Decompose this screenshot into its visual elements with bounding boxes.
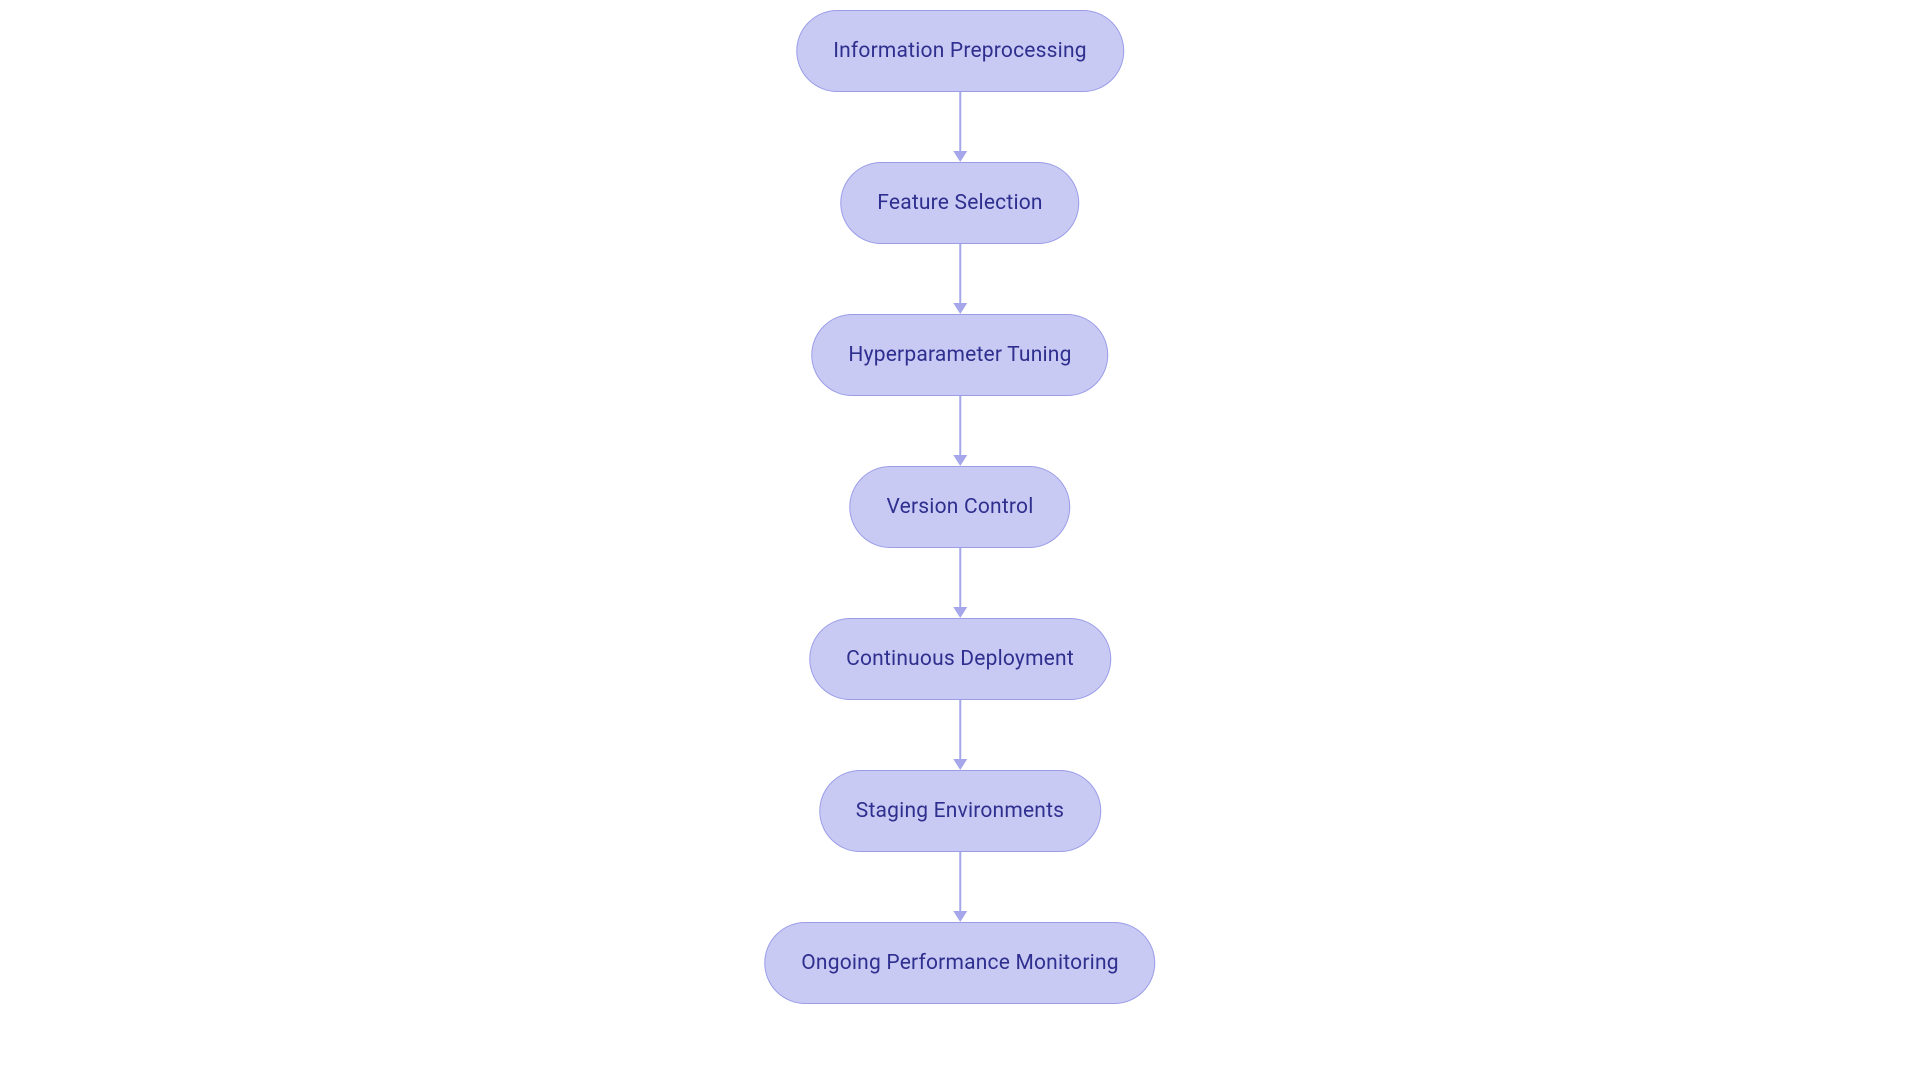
- node-info-preprocessing: Information Preprocessing: [796, 10, 1124, 92]
- arrow-down-icon: [953, 759, 967, 770]
- arrow-down-icon: [953, 151, 967, 162]
- connector: [953, 244, 967, 314]
- node-staging-environments: Staging Environments: [819, 770, 1101, 852]
- connector: [953, 852, 967, 922]
- node-continuous-deployment: Continuous Deployment: [809, 618, 1111, 700]
- flowchart: Information Preprocessing Feature Select…: [764, 10, 1155, 1004]
- connector-line: [959, 700, 961, 759]
- node-hyperparameter-tuning: Hyperparameter Tuning: [811, 314, 1108, 396]
- connector: [953, 700, 967, 770]
- arrow-down-icon: [953, 303, 967, 314]
- node-version-control: Version Control: [849, 466, 1070, 548]
- node-ongoing-monitoring: Ongoing Performance Monitoring: [764, 922, 1155, 1004]
- node-label: Ongoing Performance Monitoring: [801, 951, 1118, 975]
- connector: [953, 396, 967, 466]
- node-label: Hyperparameter Tuning: [848, 343, 1071, 367]
- node-label: Feature Selection: [877, 191, 1042, 215]
- node-label: Staging Environments: [856, 799, 1064, 823]
- connector: [953, 92, 967, 162]
- arrow-down-icon: [953, 455, 967, 466]
- connector-line: [959, 244, 961, 303]
- arrow-down-icon: [953, 607, 967, 618]
- node-label: Version Control: [886, 495, 1033, 519]
- arrow-down-icon: [953, 911, 967, 922]
- connector-line: [959, 548, 961, 607]
- node-label: Information Preprocessing: [833, 39, 1087, 63]
- node-label: Continuous Deployment: [846, 647, 1074, 671]
- connector-line: [959, 396, 961, 455]
- connector: [953, 548, 967, 618]
- connector-line: [959, 852, 961, 911]
- connector-line: [959, 92, 961, 151]
- node-feature-selection: Feature Selection: [840, 162, 1079, 244]
